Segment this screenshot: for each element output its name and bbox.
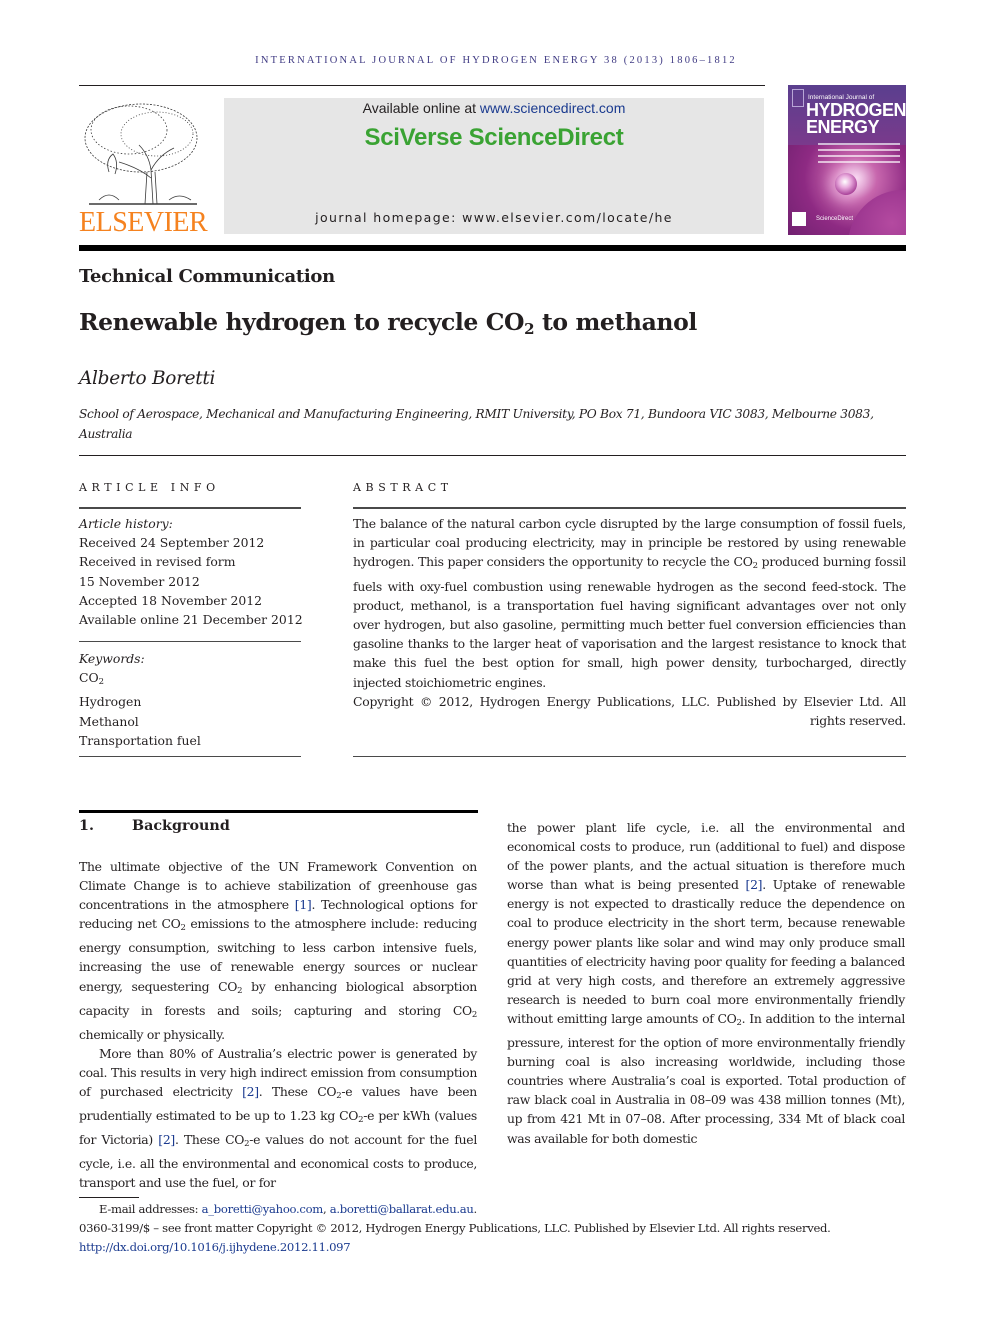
body-paragraph-continued: the power plant life cycle, i.e. all the… <box>507 818 905 1148</box>
title-subscript: 2 <box>524 320 535 338</box>
article-title: Renewable hydrogen to recycle CO2 to met… <box>79 308 697 338</box>
section-title: Background <box>132 818 230 834</box>
abstract-copyright: Copyright © 2012, Hydrogen Energy Public… <box>353 693 906 729</box>
elsevier-wordmark: ELSEVIER <box>79 207 208 238</box>
citation-link[interactable]: [1] <box>295 897 312 912</box>
title-text-1: Renewable hydrogen to recycle CO <box>79 308 525 336</box>
keyword-item: Hydrogen <box>79 694 142 710</box>
elsevier-tree-icon <box>84 103 198 205</box>
abstract-body: The balance of the natural carbon cycle … <box>353 514 906 730</box>
body-paragraph: More than 80% of Australia’s electric po… <box>79 1044 477 1193</box>
abstract-rule <box>353 507 906 509</box>
article-type: Technical Communication <box>79 266 335 287</box>
keywords-label: Keywords: <box>79 651 145 666</box>
body-column-left: The ultimate objective of the UN Framewo… <box>79 857 477 1193</box>
keyword-subscript: 2 <box>98 677 105 688</box>
header-thick-rule <box>79 245 906 251</box>
body-text: . Uptake of renewable energy is not expe… <box>507 877 905 1026</box>
abstract-end-rule <box>353 756 906 757</box>
body-text: . These CO <box>258 1084 337 1100</box>
elsevier-logo[interactable]: ELSEVIER <box>79 100 208 238</box>
journal-cover[interactable]: International Journal of HYDROGEN ENERGY… <box>788 85 906 235</box>
keywords: Keywords: CO2 Hydrogen Methanol Transpor… <box>79 649 304 750</box>
abstract-paragraph: The balance of the natural carbon cycle … <box>353 514 906 692</box>
cover-elsevier-icon <box>792 89 804 107</box>
running-head: International Journal of Hydrogen Energy… <box>255 55 737 66</box>
front-matter-rule <box>79 455 906 456</box>
journal-homepage[interactable]: journal homepage: www.elsevier.com/locat… <box>224 210 764 225</box>
footnotes: E-mail addresses: a_boretti@yahoo.com, a… <box>79 1200 909 1257</box>
header-rule <box>79 85 765 86</box>
article-history: Article history: Received 24 September 2… <box>79 514 304 629</box>
footnote-rule <box>79 1197 139 1198</box>
body-column-right: the power plant life cycle, i.e. all the… <box>507 818 905 1148</box>
cover-editors <box>818 143 900 167</box>
email-end: . <box>473 1202 478 1216</box>
title-text-2: to methanol <box>534 308 697 336</box>
history-item: Received 24 September 2012 <box>79 535 265 551</box>
history-item: Received in revised form <box>79 554 236 570</box>
keyword-item: Methanol <box>79 713 139 729</box>
available-online: Available online at www.sciencedirect.co… <box>224 100 764 116</box>
body-text: . In addition to the internal pressure, … <box>507 1010 905 1146</box>
available-online-label: Available online at <box>362 100 480 116</box>
doi-link[interactable]: http://dx.doi.org/10.1016/j.ijhydene.201… <box>79 1238 909 1257</box>
sciencedirect-link[interactable]: www.sciencedirect.com <box>480 100 626 116</box>
cover-title-line2: ENERGY <box>806 117 880 137</box>
keyword-item: Transportation fuel <box>79 732 201 748</box>
abstract-text-2: produced burning fossil fuels with oxy-f… <box>353 554 906 690</box>
subscript: 2 <box>471 1009 477 1020</box>
cover-orb-graphic <box>835 173 857 195</box>
citation-link[interactable]: [2] <box>242 1084 259 1099</box>
article-history-label: Article history: <box>79 516 173 531</box>
section-number: 1. <box>79 818 94 834</box>
issn-line: 0360-3199/$ – see front matter Copyright… <box>79 1221 831 1235</box>
author-affiliation: School of Aerospace, Mechanical and Manu… <box>79 407 874 441</box>
abstract-heading: ABSTRACT <box>353 481 453 494</box>
article-info-rule <box>79 507 301 509</box>
email-separator: , <box>322 1202 330 1216</box>
article-info-end-rule <box>79 756 301 757</box>
email-link[interactable]: a.boretti@ballarat.edu.au <box>330 1202 474 1216</box>
section-heading-background: 1. Background <box>79 818 230 834</box>
body-text: chemically or physically. <box>79 1026 225 1042</box>
email-link[interactable]: a_boretti@yahoo.com <box>202 1202 324 1216</box>
history-item: 15 November 2012 <box>79 573 200 589</box>
cover-title: HYDROGEN ENERGY <box>806 101 906 137</box>
body-paragraph: The ultimate objective of the UN Framewo… <box>79 857 477 1044</box>
keyword-item: CO2 <box>79 668 304 692</box>
citation-link[interactable]: [2] <box>158 1132 175 1147</box>
history-item: Accepted 18 November 2012 <box>79 592 263 608</box>
email-footnote: E-mail addresses: a_boretti@yahoo.com, a… <box>79 1200 909 1219</box>
body-text: . These CO <box>174 1132 245 1148</box>
email-label: E-mail addresses: <box>99 1202 202 1216</box>
author-name[interactable]: Alberto Boretti <box>79 368 215 389</box>
keyword-text: CO <box>79 670 99 686</box>
sciverse-sciencedirect-brand[interactable]: SciVerse ScienceDirect <box>224 124 764 152</box>
citation-link[interactable]: [2] <box>746 877 763 892</box>
keywords-rule <box>79 641 301 642</box>
section-rule <box>79 810 478 813</box>
cover-sphere-graphic <box>848 190 906 235</box>
cover-ihe-logo-icon <box>792 212 806 226</box>
history-item: Available online 21 December 2012 <box>79 612 303 628</box>
article-info-heading: ARTICLE INFO <box>79 481 220 494</box>
cover-sciencedirect: ScienceDirect <box>816 216 854 222</box>
sciencedirect-banner: Available online at www.sciencedirect.co… <box>224 98 764 234</box>
